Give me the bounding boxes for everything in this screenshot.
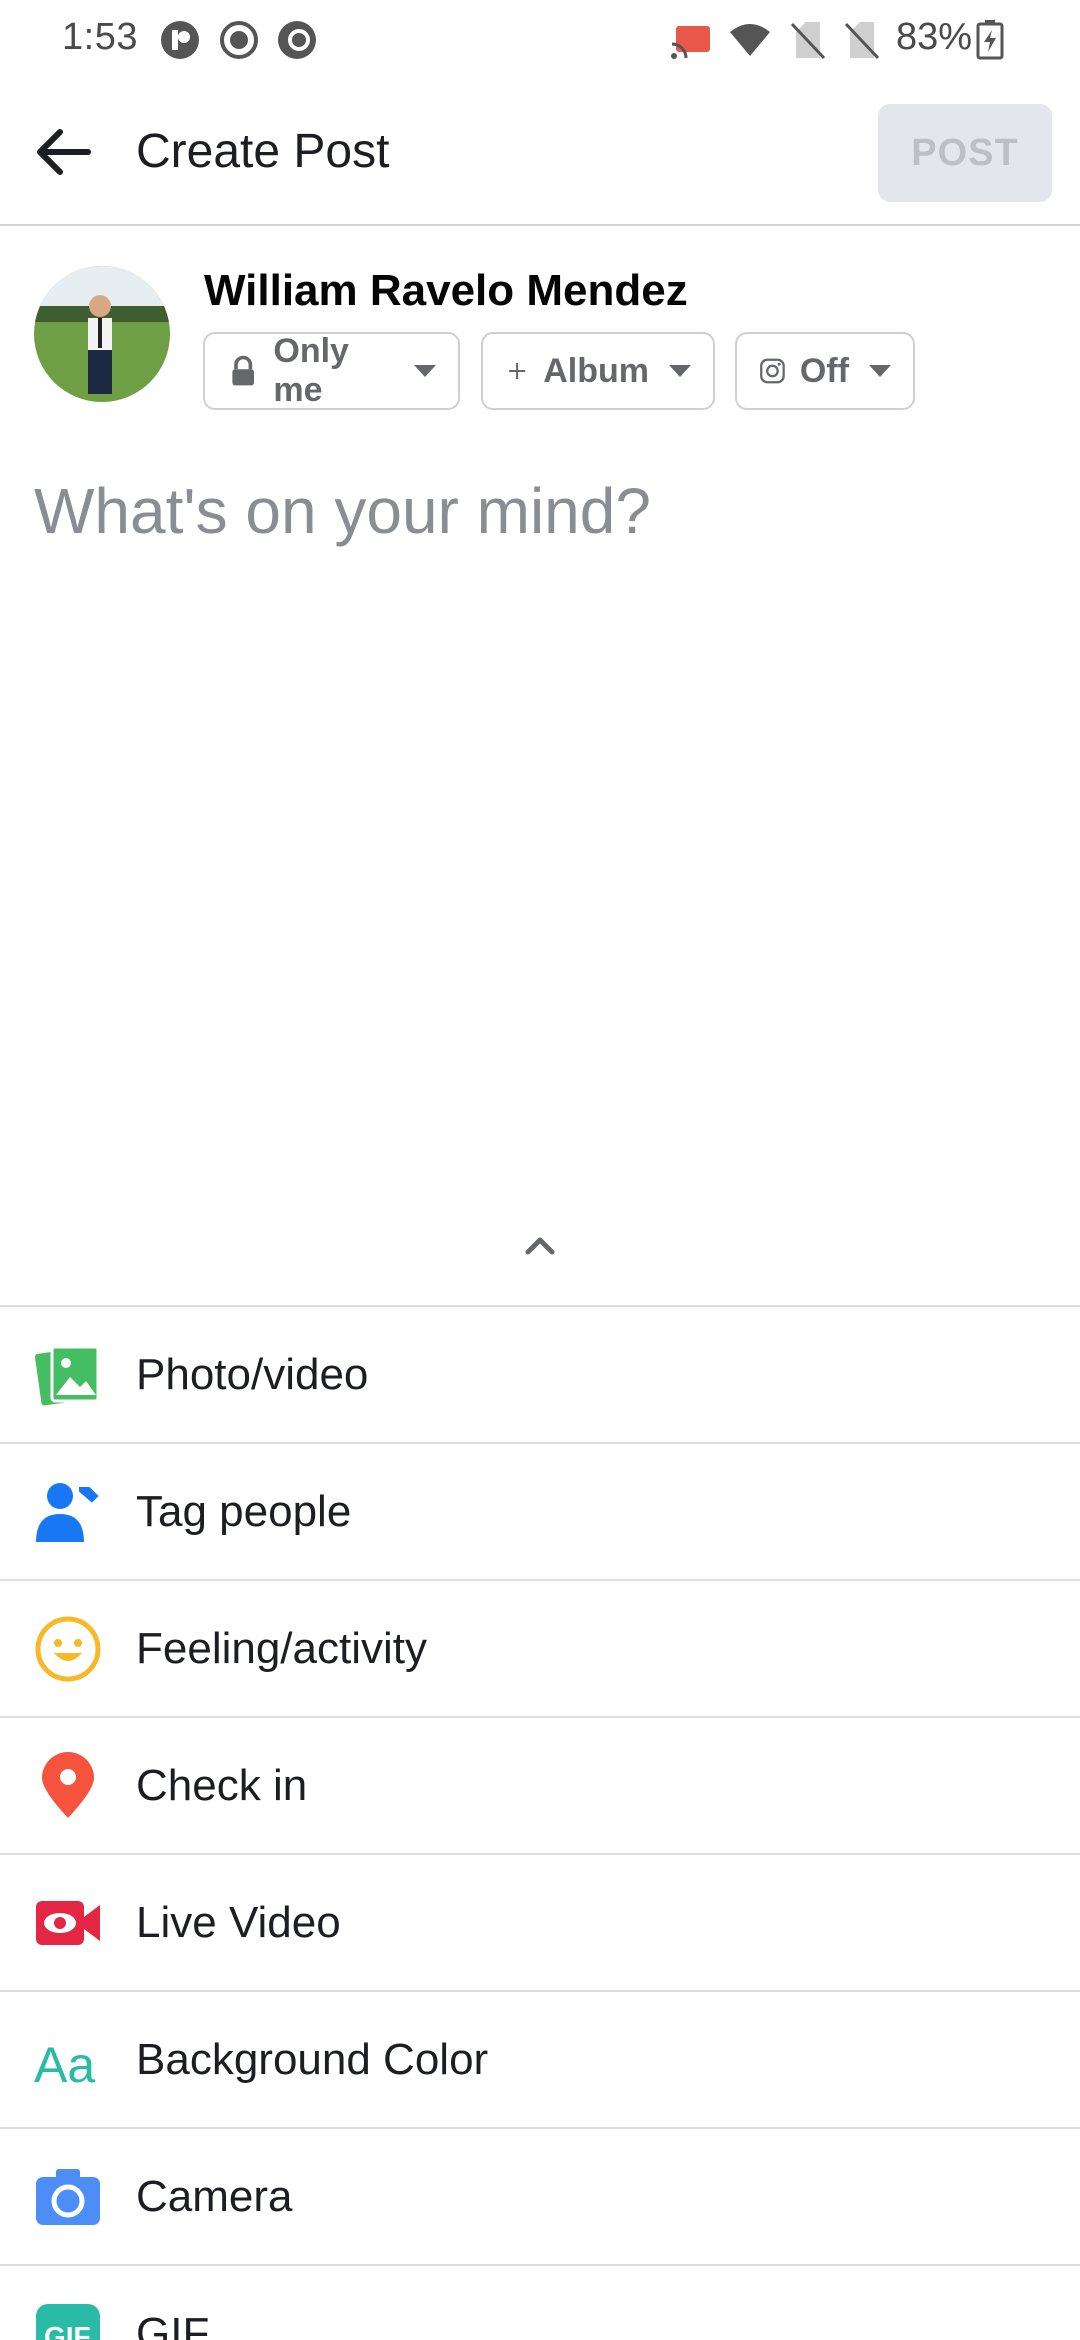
option-check-in[interactable]: Check in <box>0 1716 1080 1853</box>
plus-icon <box>509 362 526 380</box>
option-photo-video[interactable]: Photo/video <box>0 1305 1080 1442</box>
option-label: Live Video <box>136 1897 341 1947</box>
camera-icon <box>36 2169 100 2225</box>
option-label: Camera <box>136 2171 293 2221</box>
battery-percent: 83% <box>896 16 973 58</box>
location-pin-icon <box>42 1752 94 1818</box>
live-video-icon <box>36 1901 100 1945</box>
status-time: 1:53 <box>62 16 138 58</box>
chevron-down-icon <box>869 365 891 377</box>
wifi-icon <box>730 24 770 56</box>
option-label: Check in <box>136 1760 308 1810</box>
option-gif[interactable]: GIF GIF <box>0 2264 1080 2340</box>
chevron-up-icon[interactable] <box>522 1228 558 1264</box>
avatar[interactable] <box>34 266 170 402</box>
option-live-video[interactable]: Live Video <box>0 1853 1080 1990</box>
option-label: Feeling/activity <box>136 1623 428 1673</box>
app-icon-p <box>161 21 199 59</box>
app-icon-circle <box>278 21 316 59</box>
svg-text:Aa: Aa <box>34 2037 95 2093</box>
user-name: William Ravelo Mendez <box>204 266 688 315</box>
cast-icon <box>671 26 710 59</box>
instagram-label: Off <box>799 351 849 390</box>
instagram-share-toggle[interactable]: Off <box>735 332 915 410</box>
option-camera[interactable]: Camera <box>0 2127 1080 2264</box>
chevron-down-icon <box>669 365 691 377</box>
gif-icon: GIF <box>36 2304 100 2340</box>
instagram-icon <box>760 358 785 384</box>
post-button[interactable]: POST <box>878 104 1052 202</box>
status-bar: 1:53 83% <box>0 0 1080 78</box>
text-style-icon: Aa <box>34 2037 95 2093</box>
no-sim-icon <box>844 22 880 60</box>
option-label: Tag people <box>136 1486 352 1536</box>
avatar-photo <box>34 266 170 402</box>
lock-icon <box>232 355 254 386</box>
option-label: Background Color <box>136 2034 489 2084</box>
app-bar: Create Post POST <box>0 78 1080 226</box>
battery-charging-icon <box>976 20 1004 60</box>
album-selector[interactable]: Album <box>481 332 715 410</box>
option-tag-people[interactable]: Tag people <box>0 1442 1080 1579</box>
svg-text:GIF: GIF <box>44 2321 91 2340</box>
album-label: Album <box>543 351 649 390</box>
audience-selector[interactable]: Only me <box>203 332 460 410</box>
option-label: Photo/video <box>136 1349 369 1399</box>
audience-label: Only me <box>273 332 349 409</box>
option-feeling-activity[interactable]: Feeling/activity <box>0 1579 1080 1716</box>
post-options-list: Photo/video Tag people Feeling/activity … <box>0 1305 1080 2340</box>
back-arrow-icon[interactable] <box>30 118 98 186</box>
post-text-input[interactable]: What's on your mind? <box>34 474 651 548</box>
chevron-down-icon <box>414 365 436 377</box>
photo-icon <box>34 1345 100 1406</box>
smile-icon <box>35 1616 101 1682</box>
option-background-color[interactable]: Aa Background Color <box>0 1990 1080 2127</box>
tag-people-icon <box>36 1483 102 1542</box>
page-title: Create Post <box>136 125 390 178</box>
record-icon <box>220 21 258 59</box>
option-label: GIF <box>136 2308 210 2340</box>
no-sim-icon <box>790 22 826 60</box>
